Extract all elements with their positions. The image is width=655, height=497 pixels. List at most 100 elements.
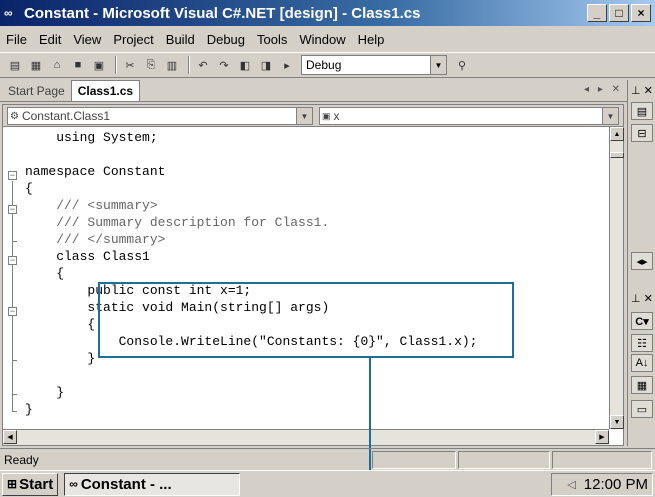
chevron-down-icon[interactable]: ▼ (602, 108, 618, 124)
vs-task-icon: ∞ (69, 477, 78, 491)
code-line[interactable]: namespace Constant (25, 163, 165, 180)
toolbar-separator (188, 56, 190, 74)
start-label: Start (19, 475, 54, 493)
scroll-arrows-icon[interactable]: ◂▸ (631, 252, 653, 270)
code-line[interactable]: /// <summary> (25, 197, 157, 214)
maximize-button[interactable]: □ (609, 4, 629, 22)
menu-help[interactable]: Help (358, 32, 385, 47)
window-controls: _ □ × (587, 4, 651, 22)
properties-icon[interactable]: ▦ (631, 376, 653, 394)
code-line[interactable]: /// </summary> (25, 231, 165, 248)
save-icon[interactable]: ■ (69, 56, 87, 74)
undo-icon[interactable]: ↶ (194, 56, 212, 74)
code-line[interactable]: Console.WriteLine("Constants: {0}", Clas… (25, 333, 478, 350)
menu-tools[interactable]: Tools (257, 32, 287, 47)
vs-app-icon[interactable]: ∞ (4, 6, 20, 20)
split-handle[interactable] (610, 152, 624, 158)
configuration-value: Debug (306, 58, 342, 72)
code-line[interactable]: } (25, 401, 33, 418)
solution-configuration-combo[interactable]: Debug ▼ (301, 55, 447, 75)
members-combo-value: x (333, 109, 340, 123)
navigate-back-icon[interactable]: ◧ (236, 56, 254, 74)
menu-edit[interactable]: Edit (39, 32, 61, 47)
status-panel-mode (552, 451, 652, 469)
new-project-icon[interactable]: ▤ (6, 56, 24, 74)
windows-logo-icon: ⊞ (7, 477, 18, 491)
solution-explorer-panel: ⊥ ✕ ▤ ⊟ ◂▸ ⊥ ✕ C▾ ☷ A↓ ▦ ▭ (627, 80, 655, 446)
pin-icon[interactable]: ⊥ ✕ (631, 84, 653, 97)
status-bar: Ready (0, 448, 655, 470)
code-line[interactable]: using System; (25, 129, 157, 146)
code-line[interactable]: class Class1 (25, 248, 150, 265)
cut-icon[interactable]: ✂ (121, 56, 139, 74)
code-line[interactable]: } (25, 384, 64, 401)
code-line[interactable]: { (25, 265, 64, 282)
window-title: Constant - Microsoft Visual C#.NET [desi… (24, 4, 421, 22)
alphabetical-icon[interactable]: A↓ (631, 354, 653, 372)
code-line[interactable]: public const int x=1; (25, 282, 251, 299)
minimize-button[interactable]: _ (587, 4, 607, 22)
code-text-area[interactable]: − − − − using System; namespace Constant{… (3, 127, 609, 429)
menu-file[interactable]: File (6, 32, 27, 47)
collapse-method-icon[interactable]: − (8, 307, 17, 316)
scroll-left-icon[interactable]: ◀ (3, 430, 17, 444)
properties-toolbar-icon[interactable]: ▤ (631, 102, 653, 120)
tab-controls[interactable]: ◂ ▸ ✕ (584, 84, 623, 95)
start-icon[interactable]: ▸ (278, 56, 296, 74)
members-combo[interactable]: ▣ x ▼ (319, 107, 619, 125)
system-tray: ◁ 12:00 PM (551, 473, 653, 496)
solution-tree-icon[interactable]: ⊟ (631, 124, 653, 142)
standard-toolbar: ▤ ▦ ⌂ ■ ▣ ✂ ⎘ ▥ ↶ ↷ ◧ ◨ ▸ Debug ▼ ⚲ (0, 52, 655, 78)
scroll-up-icon[interactable]: ▲ (610, 127, 624, 141)
property-pages-icon[interactable]: ▭ (631, 400, 653, 418)
menu-build[interactable]: Build (166, 32, 195, 47)
scroll-right-icon[interactable]: ▶ (595, 430, 609, 444)
code-line[interactable]: /// Summary description for Class1. (25, 214, 329, 231)
taskbar: ⊞ Start ∞ Constant - ... ◁ 12:00 PM (0, 470, 655, 497)
outline-end (12, 394, 17, 395)
title-bar[interactable]: ∞ Constant - Microsoft Visual C#.NET [de… (0, 0, 655, 26)
clock: 12:00 PM (583, 476, 648, 493)
menu-view[interactable]: View (73, 32, 101, 47)
types-combo[interactable]: ⚙ Constant.Class1 ▼ (7, 107, 313, 125)
horizontal-scrollbar[interactable]: ◀ ▶ (3, 429, 609, 445)
scroll-down-icon[interactable]: ▼ (610, 415, 624, 429)
tab-class1-cs[interactable]: Class1.cs (70, 80, 141, 101)
navigate-forward-icon[interactable]: ◨ (257, 56, 275, 74)
collapse-summary-icon[interactable]: − (8, 205, 17, 214)
code-line[interactable]: static void Main(string[] args) (25, 299, 329, 316)
code-line[interactable]: } (25, 350, 95, 367)
speaker-icon[interactable]: ◁ (567, 478, 575, 491)
outline-line (12, 181, 13, 411)
start-button[interactable]: ⊞ Start (2, 472, 59, 496)
task-button-constant[interactable]: ∞ Constant - ... (64, 472, 241, 496)
categorized-icon[interactable]: ☷ (631, 334, 653, 352)
chevron-down-icon[interactable]: ▼ (296, 108, 312, 124)
open-icon[interactable]: ⌂ (48, 56, 66, 74)
menu-bar: File Edit View Project Build Debug Tools… (0, 28, 655, 50)
menu-window[interactable]: Window (299, 32, 345, 47)
find-icon[interactable]: ⚲ (453, 56, 471, 74)
object-combo-icon[interactable]: C▾ (631, 312, 653, 330)
field-icon: ▣ (322, 110, 331, 121)
class-icon: ⚙ (10, 110, 19, 122)
code-line[interactable]: { (25, 180, 33, 197)
tab-start-page[interactable]: Start Page (2, 81, 71, 101)
properties-pin-icon[interactable]: ⊥ ✕ (631, 292, 653, 305)
vertical-scrollbar[interactable]: ▲ ▼ (609, 127, 624, 429)
save-all-icon[interactable]: ▣ (90, 56, 108, 74)
collapse-namespace-icon[interactable]: − (8, 171, 17, 180)
code-line[interactable]: { (25, 316, 95, 333)
close-button[interactable]: × (631, 4, 651, 22)
navigation-bar: ⚙ Constant.Class1 ▼ ▣ x ▼ (3, 105, 623, 127)
redo-icon[interactable]: ↷ (215, 56, 233, 74)
chevron-down-icon[interactable]: ▼ (430, 56, 446, 74)
task-label: Constant - ... (80, 475, 172, 493)
code-editor: ⚙ Constant.Class1 ▼ ▣ x ▼ − − − − using … (2, 104, 624, 446)
collapse-class-icon[interactable]: − (8, 256, 17, 265)
copy-icon[interactable]: ⎘ (142, 56, 160, 74)
menu-debug[interactable]: Debug (207, 32, 245, 47)
menu-project[interactable]: Project (113, 32, 153, 47)
paste-icon[interactable]: ▥ (163, 56, 181, 74)
add-item-icon[interactable]: ▦ (27, 56, 45, 74)
